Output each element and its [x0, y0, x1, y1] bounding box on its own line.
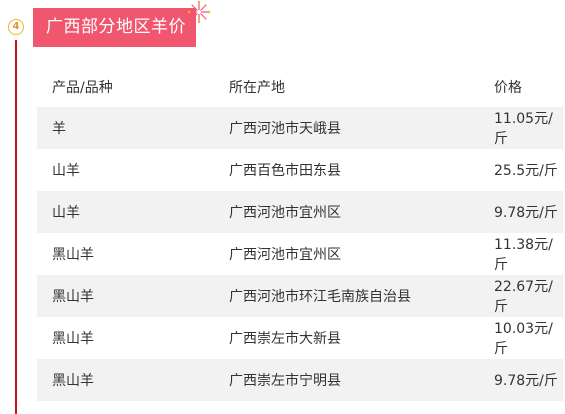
- timeline-line: [15, 40, 17, 414]
- price-cell: 11.38元/斤: [494, 237, 553, 273]
- table-row: 羊 广西河池市天峨县 11.05元/斤: [37, 107, 563, 149]
- table-row: 山羊 广西河池市宜州区 9.78元/斤: [37, 191, 563, 233]
- origin-cell: 广西河池市环江毛南族自治县: [229, 289, 411, 305]
- price-cell: 9.78元/斤: [494, 205, 558, 221]
- table-row: 黑山羊 广西崇左市宁明县 9.78元/斤: [37, 359, 563, 401]
- section-number-badge: 4: [8, 19, 24, 35]
- product-cell: 黑山羊: [52, 373, 94, 389]
- section-title: 广西部分地区羊价: [33, 8, 196, 47]
- origin-cell: 广西崇左市大新县: [229, 331, 341, 347]
- header-product: 产品/品种: [52, 80, 113, 96]
- header-price: 价格: [494, 80, 522, 96]
- origin-cell: 广西河池市宜州区: [229, 205, 341, 221]
- table-row: 黑山羊 广西河池市环江毛南族自治县 22.67元/斤: [37, 275, 563, 317]
- price-cell: 9.78元/斤: [494, 373, 558, 389]
- price-cell: 25.5元/斤: [494, 163, 558, 179]
- origin-cell: 广西崇左市宁明县: [229, 373, 341, 389]
- price-cell: 10.03元/斤: [494, 321, 553, 357]
- price-cell: 22.67元/斤: [494, 279, 553, 315]
- firework-icon: [187, 0, 211, 24]
- table-row: 山羊 广西百色市田东县 25.5元/斤: [37, 149, 563, 191]
- origin-cell: 广西河池市天峨县: [229, 121, 341, 137]
- product-cell: 黑山羊: [52, 247, 94, 263]
- product-cell: 黑山羊: [52, 289, 94, 305]
- origin-cell: 广西百色市田东县: [229, 163, 341, 179]
- table-row: 黑山羊 广西崇左市大新县 10.03元/斤: [37, 317, 563, 359]
- price-cell: 11.05元/斤: [494, 111, 553, 147]
- origin-cell: 广西河池市宜州区: [229, 247, 341, 263]
- table-header-row: 产品/品种 所在产地 价格: [37, 67, 563, 107]
- product-cell: 羊: [52, 121, 66, 137]
- header-origin: 所在产地: [229, 80, 285, 96]
- price-table: 产品/品种 所在产地 价格 羊 广西河池市天峨县 11.05元/斤 山羊 广西百…: [37, 67, 563, 401]
- product-cell: 黑山羊: [52, 331, 94, 347]
- product-cell: 山羊: [52, 163, 80, 179]
- table-row: 黑山羊 广西河池市宜州区 11.38元/斤: [37, 233, 563, 275]
- product-cell: 山羊: [52, 205, 80, 221]
